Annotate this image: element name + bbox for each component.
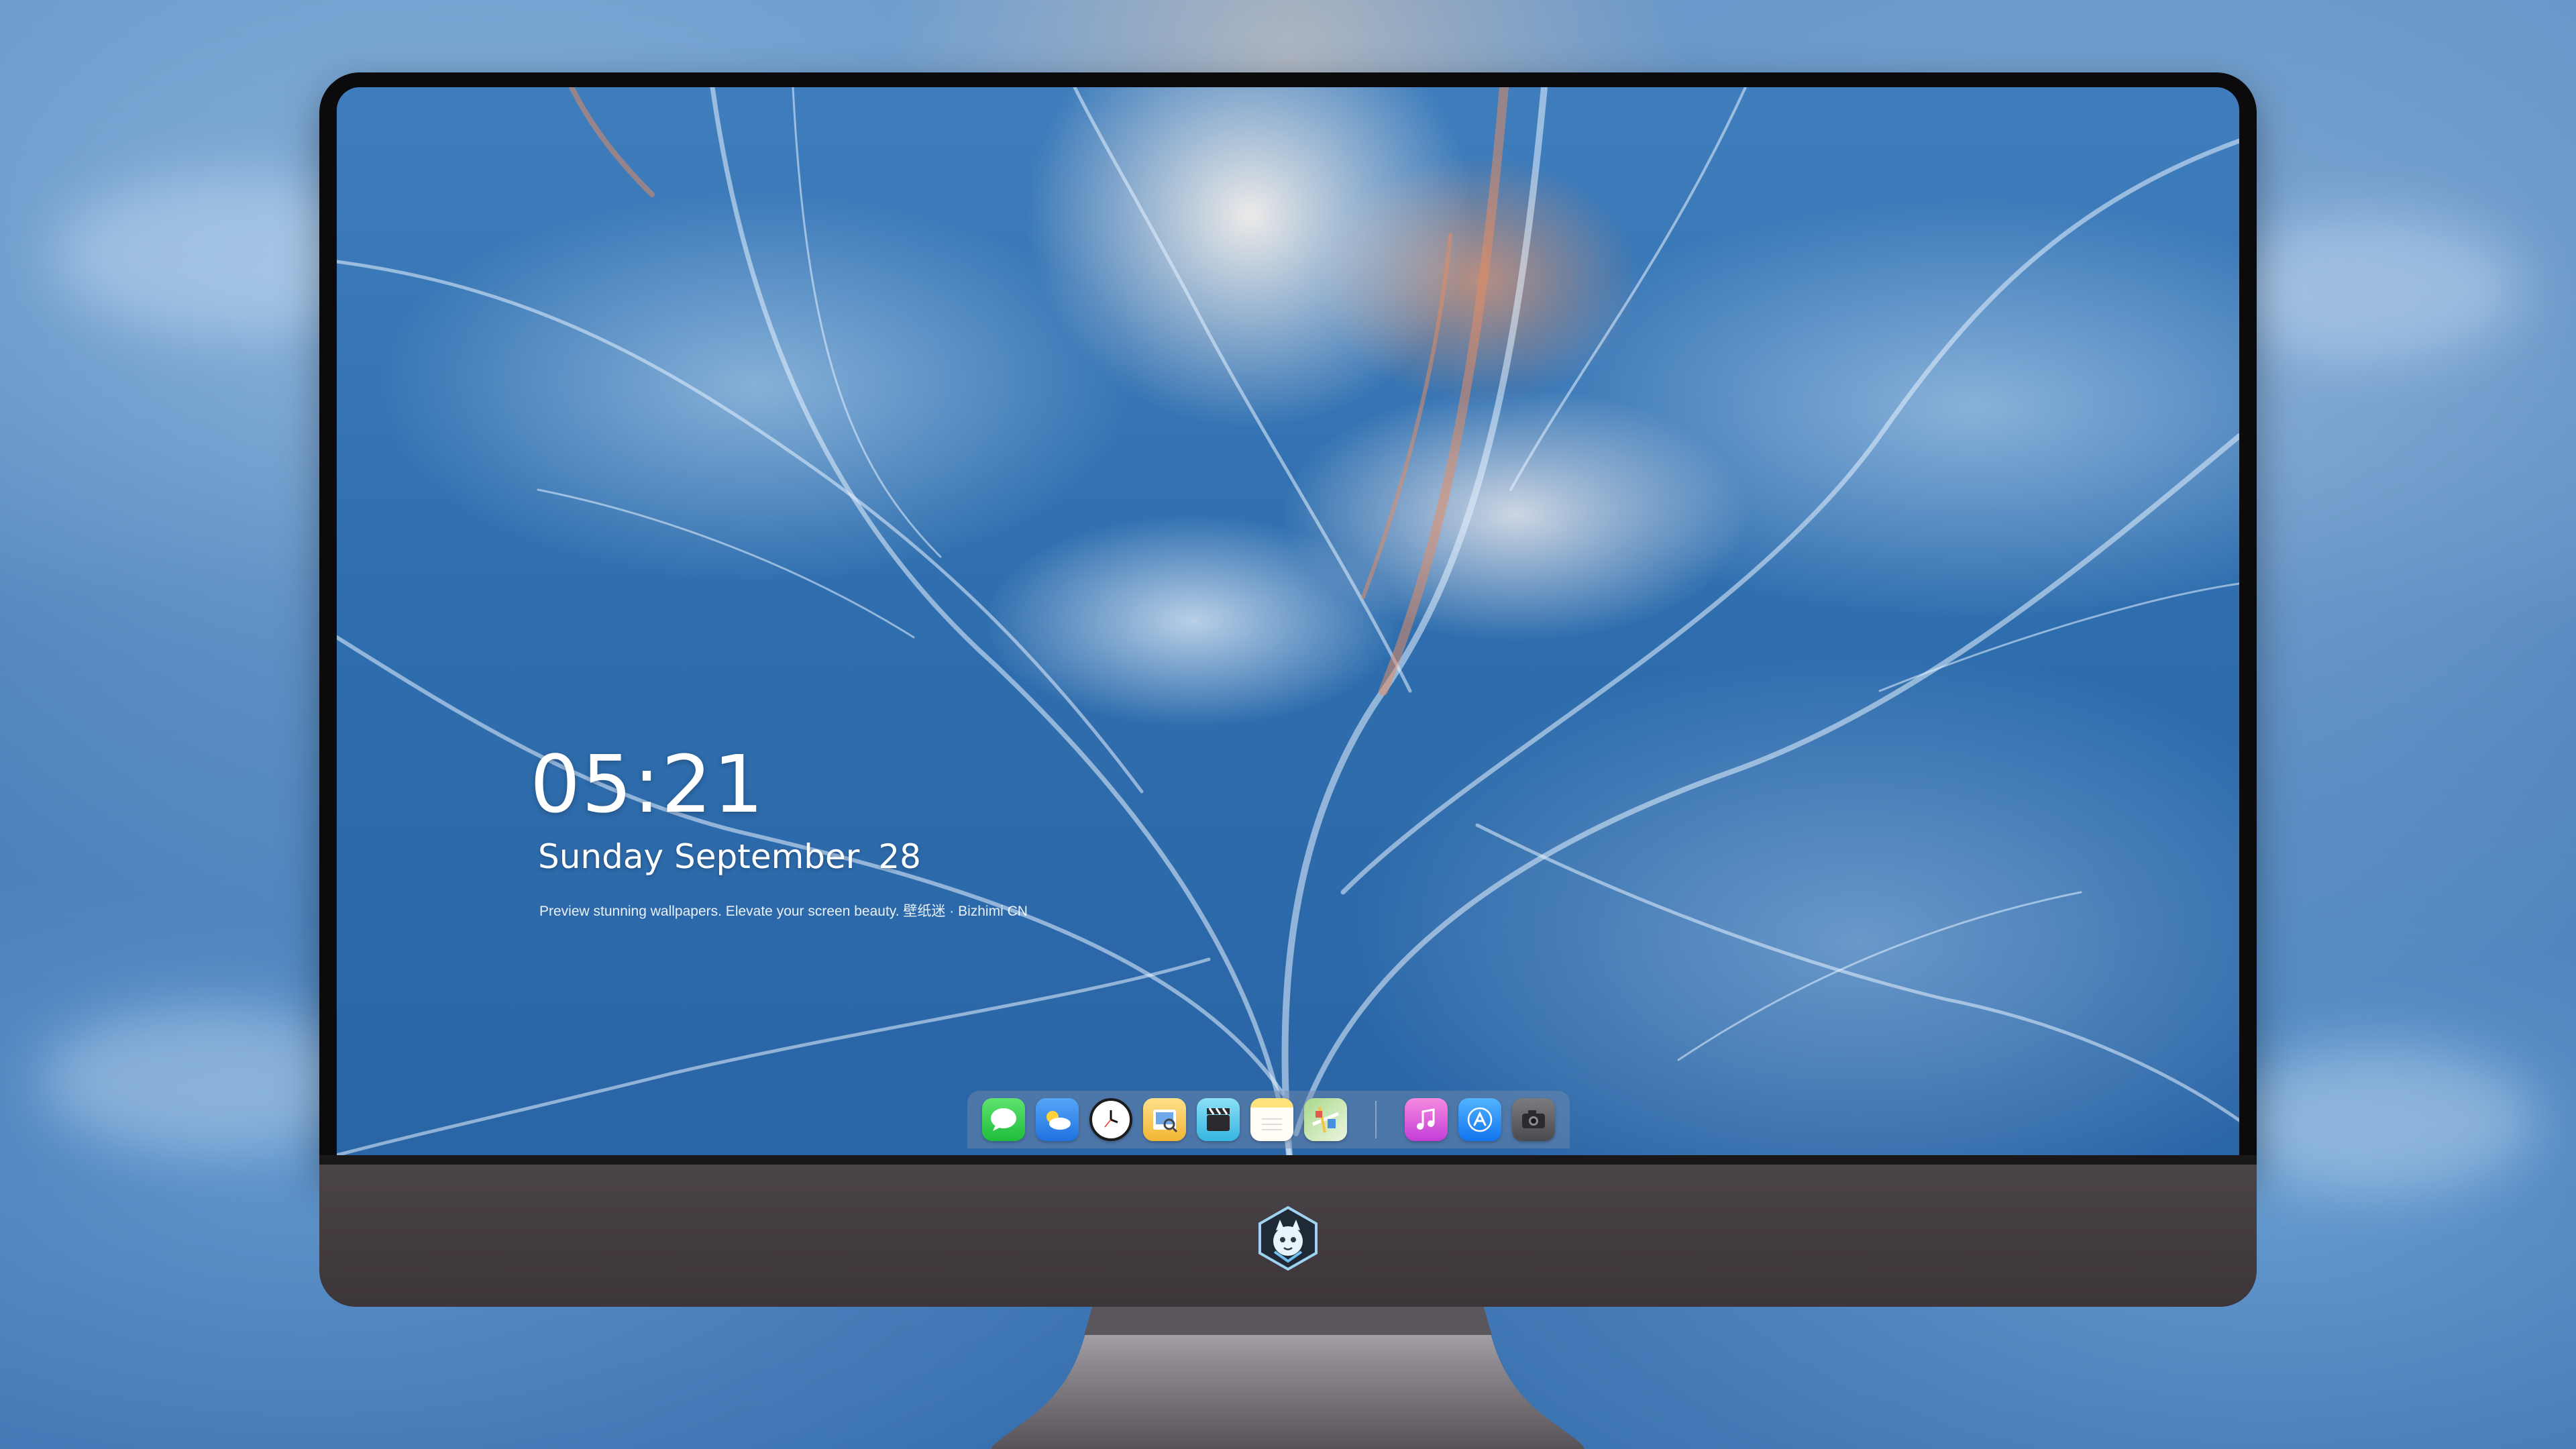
notes-icon[interactable] [1250,1098,1293,1141]
itunes-icon[interactable] [1405,1098,1448,1141]
dock-separator [1375,1101,1377,1138]
wallpaper-caption: Preview stunning wallpapers. Elevate you… [539,904,1028,919]
desktop-background: 05:21 Sunday September 28 Preview stunnin… [0,0,2576,1449]
messages-icon[interactable] [982,1098,1025,1141]
app-store-icon[interactable] [1458,1098,1501,1141]
background-highlight [2227,1046,2536,1194]
clock-icon[interactable] [1089,1098,1132,1141]
monitor-stand [991,1307,1585,1449]
lock-screen-day: 28 [878,837,921,876]
camera-icon[interactable] [1512,1098,1555,1141]
maps-icon[interactable] [1304,1098,1347,1141]
monitor: 05:21 Sunday September 28 Preview stunnin… [319,72,2257,1307]
dock [967,1091,1570,1148]
clips-icon[interactable] [1197,1098,1240,1141]
lock-screen-weekday-month: Sunday September [538,837,860,876]
weather-icon[interactable] [1036,1098,1079,1141]
wallpaper-aerial-river-texture [337,87,2239,1155]
mascot-logo-icon [1258,1205,1318,1271]
preview-icon[interactable] [1143,1098,1186,1141]
lock-screen[interactable]: 05:21 Sunday September 28 Preview stunnin… [337,87,2239,1155]
background-highlight [2214,215,2522,362]
lock-screen-date: Sunday September 28 [538,837,921,876]
lock-screen-time: 05:21 [530,738,765,830]
